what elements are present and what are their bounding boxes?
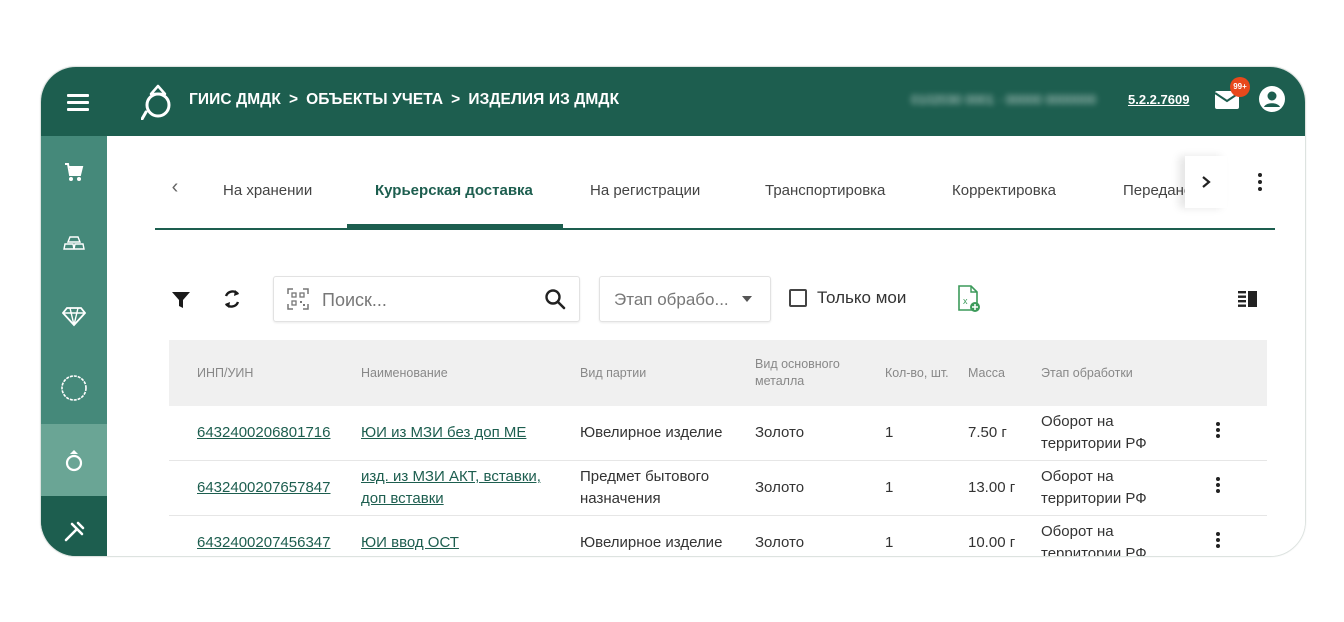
batch-type-cell: Предмет бытового назначения	[580, 468, 710, 507]
stage-cell: Оборот на территории РФ	[1041, 523, 1147, 557]
tab-registration[interactable]: На регистрации	[590, 182, 700, 199]
ring-logo-icon[interactable]	[141, 82, 177, 120]
breadcrumb-separator: >	[288, 91, 299, 108]
sidebar-item-gems[interactable]	[41, 280, 107, 352]
table-header: ИНП/УИН Наименование Вид партии Вид осно…	[169, 340, 1267, 406]
top-bar: ГИИС ДМДК > ОБЪЕКТЫ УЧЕТА > ИЗДЕЛИЯ ИЗ Д…	[41, 67, 1305, 136]
tab-bar: ‹ На хранении Курьерская доставка На рег…	[155, 136, 1275, 230]
uin-link[interactable]: 6432400207657847	[197, 477, 330, 499]
mass-cell: 7.50 г	[968, 424, 1007, 441]
stage-select[interactable]: Этап обрабо...	[599, 276, 771, 322]
tab-scroll-left-icon[interactable]: ‹	[165, 176, 185, 198]
search-box	[273, 276, 580, 322]
breadcrumb-objects[interactable]: ОБЪЕКТЫ УЧЕТА	[306, 91, 443, 109]
tab-storage[interactable]: На хранении	[223, 182, 312, 199]
stage-cell: Оборот на территории РФ	[1041, 413, 1147, 452]
tab-strip: ‹ На хранении Курьерская доставка На рег…	[155, 136, 1185, 228]
item-name-link[interactable]: изд. из МЗИ АКТ, вставки, доп вставки	[361, 466, 566, 510]
cart-icon	[65, 163, 84, 181]
tab-scroll-right-icon[interactable]	[1185, 156, 1227, 208]
batch-type-cell: Ювелирное изделие	[580, 424, 723, 441]
items-table: ИНП/УИН Наименование Вид партии Вид осно…	[169, 340, 1267, 557]
sidebar	[41, 136, 107, 556]
uin-link[interactable]: 6432400207456347	[197, 532, 330, 554]
version-link[interactable]: 5.2.2.7609	[1128, 92, 1189, 107]
sidebar-item-ingots[interactable]	[41, 208, 107, 280]
table-row[interactable]: 6432400207456347 ЮИ ввод ОСТ Ювелирное и…	[169, 516, 1267, 557]
tab-transport[interactable]: Транспортировка	[765, 182, 885, 199]
only-mine-checkbox[interactable]	[789, 289, 807, 307]
active-tab-indicator	[347, 224, 563, 228]
only-mine-label: Только мои	[817, 288, 907, 307]
qty-cell: 1	[885, 424, 894, 441]
excel-export-icon[interactable]: x	[956, 284, 982, 314]
mass-cell: 10.00 г	[968, 534, 1016, 551]
stage-select-value: Этап обрабо...	[614, 290, 729, 309]
search-input[interactable]	[320, 287, 534, 313]
tools-icon	[64, 521, 85, 542]
column-header-batch-type[interactable]: Вид партии	[580, 340, 740, 406]
ingots-icon	[63, 236, 85, 250]
qty-cell: 1	[885, 479, 894, 496]
uin-link[interactable]: 6432400206801716	[197, 422, 330, 444]
tab-transferred[interactable]: Передано	[1123, 182, 1185, 199]
item-name-link[interactable]: ЮИ ввод ОСТ	[361, 532, 459, 554]
row-more-icon[interactable]	[1214, 420, 1222, 444]
filter-icon[interactable]	[171, 290, 191, 310]
breadcrumb-root[interactable]: ГИИС ДМДК	[189, 91, 281, 109]
stage-cell: Оборот на территории РФ	[1041, 468, 1147, 507]
account-circle-icon[interactable]	[1258, 85, 1286, 113]
refresh-icon[interactable]	[221, 288, 243, 310]
table-row[interactable]: 6432400206801716 ЮИ из МЗИ без доп МЕ Юв…	[169, 406, 1267, 461]
row-more-icon[interactable]	[1214, 475, 1222, 499]
sidebar-item-market[interactable]	[41, 136, 107, 208]
mass-cell: 13.00 г	[968, 479, 1016, 496]
tab-correction[interactable]: Корректировка	[952, 182, 1056, 199]
user-info: 0102030 0001 · 00000 0000000	[911, 92, 1097, 107]
search-icon[interactable]	[544, 288, 566, 310]
notifications-badge: 99+	[1230, 77, 1250, 97]
row-more-icon[interactable]	[1214, 530, 1222, 554]
circle-icon	[61, 375, 87, 401]
toolbar: Этап обрабо... Только мои x	[113, 276, 1305, 324]
column-header-name[interactable]: Наименование	[361, 340, 561, 406]
column-header-uin[interactable]: ИНП/УИН	[197, 340, 337, 406]
item-name-link[interactable]: ЮИ из МЗИ без доп МЕ	[361, 422, 526, 444]
breadcrumb-separator: >	[451, 91, 461, 108]
diamond-icon	[62, 307, 86, 327]
qty-cell: 1	[885, 534, 894, 551]
column-header-qty[interactable]: Кол-во, шт.	[885, 340, 955, 406]
column-header-metal[interactable]: Вид основного металла	[755, 340, 875, 406]
svg-text:x: x	[963, 296, 968, 306]
chevron-down-icon	[742, 296, 752, 302]
sidebar-item-tools[interactable]	[41, 496, 107, 556]
column-settings-icon[interactable]	[1237, 290, 1259, 308]
main-content: ‹ На хранении Курьерская доставка На рег…	[113, 136, 1305, 556]
breadcrumb-current: ИЗДЕЛИЯ ИЗ ДМДК	[468, 91, 620, 108]
metal-cell: Золото	[755, 534, 805, 551]
sidebar-item-pearls[interactable]	[41, 352, 107, 424]
column-header-mass[interactable]: Масса	[968, 340, 1028, 406]
table-row[interactable]: 6432400207657847 изд. из МЗИ АКТ, вставк…	[169, 461, 1267, 516]
only-mine-toggle[interactable]: Только мои	[789, 288, 906, 308]
app-window: ГИИС ДМДК > ОБЪЕКТЫ УЧЕТА > ИЗДЕЛИЯ ИЗ Д…	[40, 66, 1306, 557]
metal-cell: Золото	[755, 424, 805, 441]
more-vert-icon[interactable]	[1255, 170, 1265, 194]
sidebar-item-jewelry[interactable]	[41, 424, 107, 496]
hamburger-icon[interactable]	[67, 90, 89, 112]
breadcrumb: ГИИС ДМДК > ОБЪЕКТЫ УЧЕТА > ИЗДЕЛИЯ ИЗ Д…	[189, 91, 619, 109]
tab-courier-delivery[interactable]: Курьерская доставка	[375, 182, 533, 199]
metal-cell: Золото	[755, 479, 805, 496]
batch-type-cell: Ювелирное изделие	[580, 534, 723, 551]
column-header-stage[interactable]: Этап обработки	[1041, 340, 1191, 406]
qr-scan-icon[interactable]	[286, 287, 310, 311]
ring-icon	[65, 450, 83, 472]
